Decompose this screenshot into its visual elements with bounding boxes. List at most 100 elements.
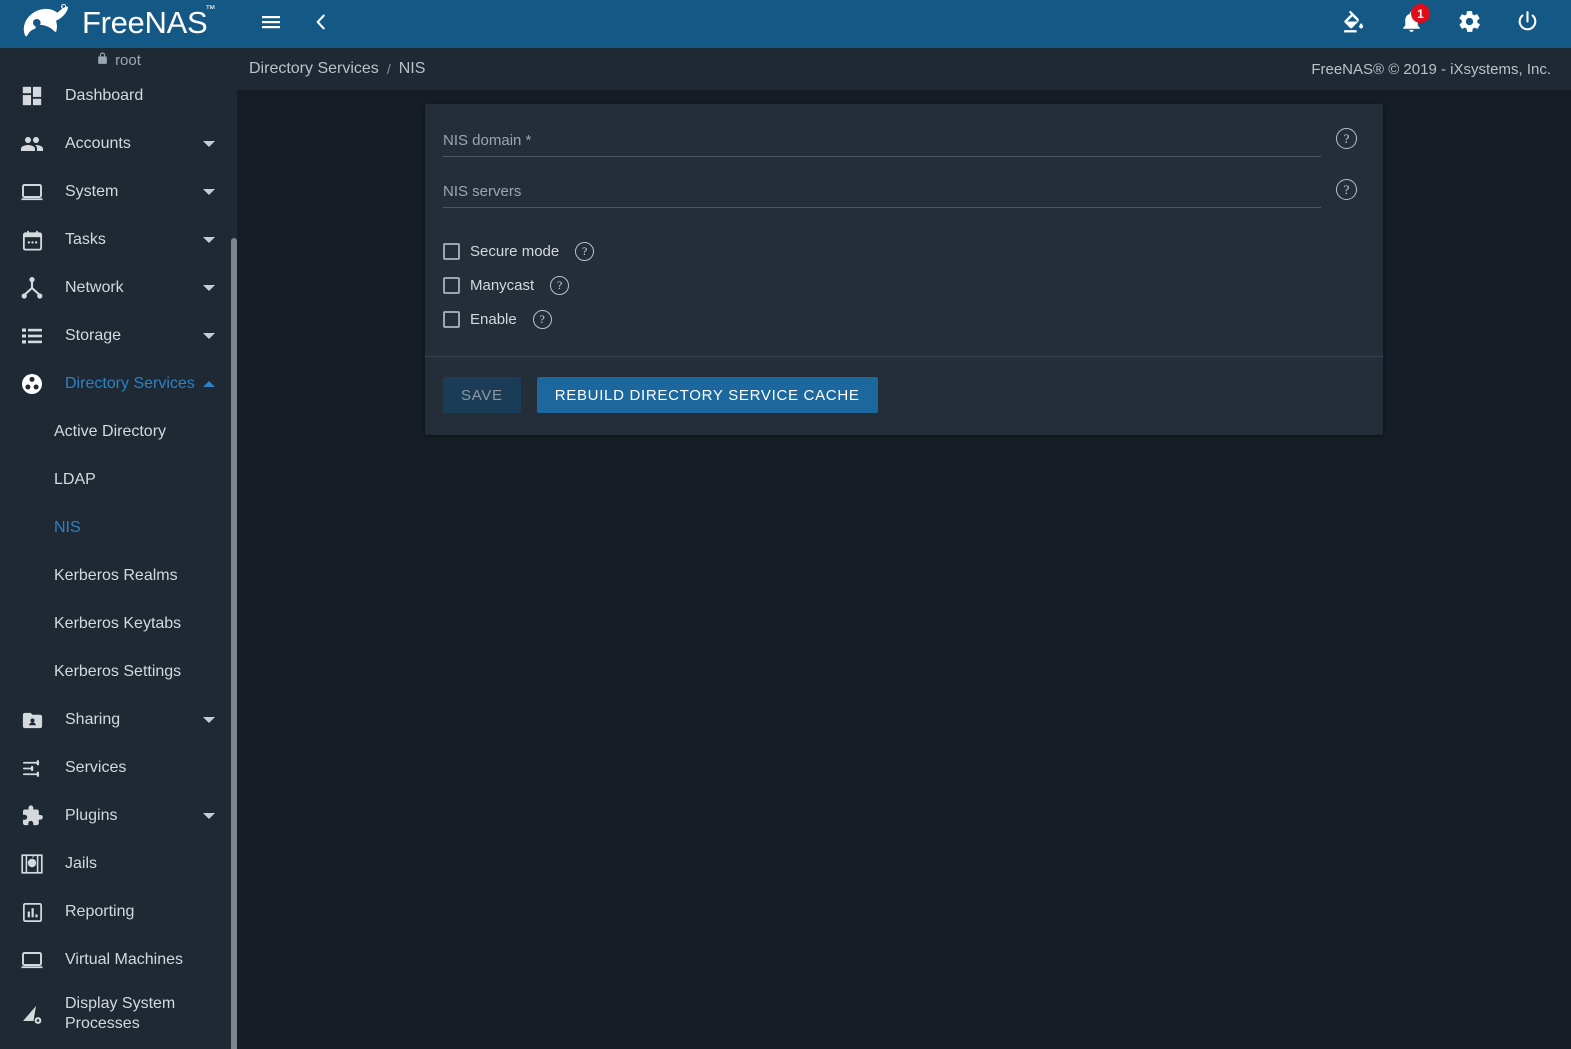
sidebar-item-dashboard[interactable]: Dashboard — [0, 72, 237, 120]
sidebar-subitem-active-directory[interactable]: Active Directory — [0, 408, 237, 456]
chevron-down-icon[interactable] — [203, 813, 215, 819]
hamburger-menu-icon — [259, 10, 283, 39]
sidebar-item-display-system-processes[interactable]: Display System Processes — [0, 984, 237, 1044]
chevron-left-icon — [310, 11, 332, 38]
breadcrumb-root[interactable]: Directory Services — [249, 60, 379, 78]
lock-icon — [96, 51, 109, 70]
sidebar-subitem-label: Active Directory — [54, 423, 167, 440]
card-actions: SAVE REBUILD DIRECTORY SERVICE CACHE — [425, 357, 1383, 435]
sidebar-subitem-nis[interactable]: NIS — [0, 504, 237, 552]
sidebar-username: root — [115, 51, 141, 69]
sidebar-item-tasks[interactable]: Tasks — [0, 216, 237, 264]
alerts-count-badge: 1 — [1411, 4, 1430, 23]
directory-services-icon — [12, 372, 52, 396]
enable-row: Enable ? — [443, 302, 1365, 336]
sidebar-item-label: Virtual Machines — [65, 951, 183, 968]
sidebar-subitem-label: Kerberos Realms — [54, 567, 178, 584]
power-icon — [1515, 9, 1540, 39]
brand-logo[interactable]: R FreeNAS™ — [0, 0, 237, 48]
sidebar-item-sharing[interactable]: Sharing — [0, 696, 237, 744]
sidebar-subitem-label: NIS — [54, 519, 81, 536]
sidebar-item-label: Jails — [65, 855, 98, 872]
sidebar-subitem-kerberos-realms[interactable]: Kerberos Realms — [0, 552, 237, 600]
system-icon — [12, 180, 52, 204]
accounts-icon — [12, 132, 52, 156]
reporting-chart-icon — [12, 901, 52, 924]
sidebar-subitem-ldap[interactable]: LDAP — [0, 456, 237, 504]
sidebar-item-virtual-machines[interactable]: Virtual Machines — [0, 936, 237, 984]
sidebar-item-directory-services[interactable]: Directory Services — [0, 360, 237, 408]
chevron-down-icon[interactable] — [203, 237, 215, 243]
nis-servers-input[interactable] — [443, 183, 1321, 208]
nis-domain-field: ? — [443, 128, 1365, 157]
breadcrumb-current: NIS — [398, 60, 426, 77]
settings-button[interactable] — [1447, 2, 1491, 46]
nis-form: ? ? Secure mode ? Manycast ? Enable ? — [425, 104, 1383, 350]
nis-settings-card: ? ? Secure mode ? Manycast ? Enable ? — [425, 104, 1383, 435]
sidebar: root Dashboard Accounts System Tasks Net… — [0, 48, 237, 1049]
paint-bucket-icon — [1341, 9, 1366, 39]
help-icon[interactable]: ? — [532, 309, 552, 329]
secure-mode-label[interactable]: Secure mode — [470, 243, 559, 260]
gear-icon — [1457, 9, 1482, 39]
sidebar-item-label: Sharing — [65, 711, 121, 728]
sidebar-item-jails[interactable]: Jails — [0, 840, 237, 888]
manycast-row: Manycast ? — [443, 268, 1365, 302]
chevron-down-icon[interactable] — [203, 717, 215, 723]
sidebar-item-system[interactable]: System — [0, 168, 237, 216]
save-button[interactable]: SAVE — [443, 377, 521, 413]
sidebar-scrollbar[interactable] — [231, 238, 237, 1049]
chevron-down-icon[interactable] — [203, 285, 215, 291]
chevron-down-icon[interactable] — [203, 333, 215, 339]
tasks-calendar-icon — [12, 229, 52, 252]
sidebar-subitem-label: Kerberos Settings — [54, 663, 182, 680]
power-button[interactable] — [1505, 2, 1549, 46]
help-icon[interactable]: ? — [1336, 128, 1357, 149]
sidebar-item-label: Dashboard — [65, 87, 144, 104]
sidebar-item-storage[interactable]: Storage — [0, 312, 237, 360]
sidebar-subitem-label: Kerberos Keytabs — [54, 615, 182, 632]
sidebar-item-label: Plugins — [65, 807, 118, 824]
sidebar-subitem-kerberos-keytabs[interactable]: Kerberos Keytabs — [0, 600, 237, 648]
help-icon[interactable]: ? — [550, 275, 570, 295]
sidebar-item-services[interactable]: Services — [0, 744, 237, 792]
display-system-processes-icon — [12, 1002, 52, 1026]
dashboard-icon — [12, 85, 52, 107]
hamburger-menu-button[interactable] — [249, 2, 293, 46]
nis-domain-input[interactable] — [443, 132, 1321, 157]
enable-checkbox[interactable] — [443, 310, 460, 328]
chevron-down-icon[interactable] — [203, 141, 215, 147]
sidebar-item-label: Tasks — [65, 231, 106, 248]
sidebar-item-label: Network — [65, 279, 124, 296]
brand-wordmark: FreeNAS™ — [81, 3, 216, 40]
jails-icon — [12, 852, 52, 876]
breadcrumb-separator: / — [386, 61, 391, 77]
brand-trademark: ™ — [205, 3, 216, 15]
help-icon[interactable]: ? — [575, 241, 595, 261]
manycast-checkbox[interactable] — [443, 276, 460, 294]
sharing-folder-icon — [12, 709, 52, 732]
plugins-puzzle-icon — [12, 804, 52, 828]
secure-mode-checkbox[interactable] — [443, 242, 460, 260]
sidebar-item-network[interactable]: Network — [0, 264, 237, 312]
chevron-up-icon[interactable] — [203, 381, 215, 387]
manycast-label[interactable]: Manycast — [470, 277, 534, 294]
sidebar-scrollbar-thumb[interactable] — [231, 238, 237, 1049]
virtual-machines-icon — [12, 948, 52, 972]
enable-label[interactable]: Enable — [470, 311, 517, 328]
help-icon[interactable]: ? — [1336, 179, 1357, 200]
sidebar-item-reporting[interactable]: Reporting — [0, 888, 237, 936]
sidebar-item-label: System — [65, 183, 119, 200]
sidebar-item-plugins[interactable]: Plugins — [0, 792, 237, 840]
sidebar-subitem-kerberos-settings[interactable]: Kerberos Settings — [0, 648, 237, 696]
rebuild-directory-service-cache-button[interactable]: REBUILD DIRECTORY SERVICE CACHE — [536, 377, 878, 413]
back-button[interactable] — [299, 2, 343, 46]
chevron-down-icon[interactable] — [203, 189, 215, 195]
network-icon — [12, 276, 52, 300]
secure-mode-row: Secure mode ? — [443, 234, 1365, 268]
sidebar-item-label: Display System Processes — [65, 994, 176, 1032]
sidebar-subitem-label: LDAP — [54, 471, 96, 488]
alerts-button[interactable]: 1 — [1389, 2, 1433, 46]
sidebar-item-accounts[interactable]: Accounts — [0, 120, 237, 168]
theme-button[interactable] — [1331, 2, 1375, 46]
